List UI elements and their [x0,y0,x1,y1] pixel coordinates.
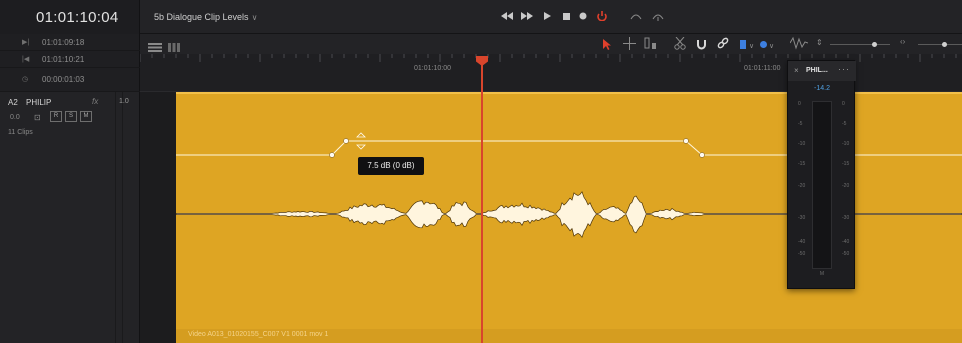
audio-sync-icon[interactable] [652,9,664,23]
volume-keyframe [329,152,335,158]
trim-edit-icon[interactable] [644,37,657,55]
track-name[interactable]: PHILIP [26,98,51,107]
clip-name-bar: Video A013_01020155_C007 V1 0001 mov 1 [176,329,962,343]
timeline-selector[interactable]: 5b Dialogue Clip Levels ∨ [154,12,257,22]
record-arm-button[interactable]: R [50,111,62,122]
meter-scale-label: -15 [842,161,850,167]
edit-toolbar: ∨ ∨ ⇕ ‹› [140,34,962,54]
meter-scale-label: -50 [798,251,806,257]
meter-scale-label: -15 [798,161,806,167]
ruler-label-2: 01:01:11:00 [744,65,781,72]
range-select-icon[interactable] [623,37,636,55]
record-arm-label: R [53,113,59,119]
waveform-zoom-icon[interactable] [789,36,809,55]
meter-scale-label: -30 [842,215,850,221]
mark-out-icon: |◀ [22,56,30,63]
meter-scale-label: -5 [842,121,847,127]
close-icon[interactable]: × [794,66,799,75]
meter-header: × PHIL... ··· [788,61,856,81]
clip-count: 11 Clips [8,129,33,136]
timeline-empty-area[interactable] [140,92,176,343]
more-options-icon[interactable]: ··· [838,64,850,74]
channel-format: 1.0 [119,98,129,105]
meter-scale-label: -20 [798,183,806,189]
record-icon[interactable] [578,9,588,23]
solo-label: S [68,113,73,119]
meter-scale-label: -10 [798,141,806,147]
volume-keyframe [699,152,705,158]
zoom-stepper-icon[interactable]: ⇕ [816,38,823,47]
svg-text:∨: ∨ [749,42,754,50]
play-icon[interactable] [542,9,552,23]
clip-name: Video A013_01020155_C007 V1 0001 mov 1 [188,331,329,338]
ruler-label-1: 01:01:10:00 [414,65,451,72]
svg-text:∨: ∨ [769,42,774,50]
meter-peak-value: -14.2 [814,85,830,92]
fast-forward-icon[interactable] [520,9,534,23]
audio-scrub-icon[interactable] [630,9,642,23]
playhead[interactable] [481,58,483,343]
razor-icon[interactable] [674,36,686,55]
mark-out-row: |◀ 01:01:10:21 [0,51,140,68]
zoom-width-icon[interactable]: ‹› [900,37,905,46]
rewind-icon[interactable] [500,9,514,23]
track-header-a2[interactable]: A2 PHILIP fx 1.0 0.0 ⊡ R S M 11 Clips [0,92,140,343]
audio-meter-panel: × PHIL... ··· -14.2 0 -5 -10 -15 -20 -30… [787,60,856,289]
meter-scale-label: -30 [798,215,806,221]
duration-value: 00:00:01:03 [42,75,85,84]
mark-in-icon: ▶| [22,39,30,46]
timecode-info-panel: ▶| 01:01:09:18 |◀ 01:01:10:21 ◷ 00:00:01… [0,34,140,92]
keyframe-adjust-handle [356,132,366,138]
meter-scale-label: -20 [842,183,850,189]
meter-scale-label: 0 [798,101,801,107]
solo-button[interactable]: S [65,111,77,122]
meter-scale-label: -10 [842,141,850,147]
mute-label: M [83,113,89,119]
duration-row: ◷ 00:00:01:03 [0,68,140,92]
mark-out-value: 01:01:10:21 [42,55,85,64]
meter-scale-label: -40 [842,239,850,245]
meter-track-name: PHIL... [806,67,828,74]
meter-scale-label: -40 [798,239,806,245]
loop-icon[interactable] [595,9,609,23]
lock-icon[interactable]: ⊡ [34,113,41,122]
duration-icon: ◷ [22,76,29,83]
track-volume[interactable]: 0.0 [10,114,20,121]
linked-selection-icon[interactable] [717,37,729,55]
volume-keyframe [683,138,689,144]
track-id: A2 [8,98,18,107]
track-height-slider[interactable] [918,42,962,47]
snap-magnet-icon[interactable] [696,37,707,55]
track-divider [115,92,116,343]
mark-in-value: 01:01:09:18 [42,38,85,47]
zoom-slider[interactable] [830,42,890,47]
stop-icon[interactable] [561,9,571,23]
zoom-slider-handle[interactable] [872,42,877,47]
timecode-display[interactable]: 01:01:10:04 [0,0,140,34]
top-toolbar: 01:01:10:04 5b Dialogue Clip Levels ∨ [0,0,962,34]
mute-button[interactable]: M [80,111,92,122]
meter-scale-label: 0 [842,101,845,107]
track-height-handle[interactable] [942,42,947,47]
timecode-value: 01:01:10:04 [36,9,119,26]
meter-scale-label: -5 [798,121,803,127]
keyframe-adjust-handle [356,144,366,150]
track-divider [122,92,123,343]
meter-level-bar [812,101,832,269]
meter-footer-label: M [819,271,825,277]
mark-in-row: ▶| 01:01:09:18 [0,34,140,51]
timeline-name-label: 5b Dialogue Clip Levels [154,12,249,22]
meter-scale-label: -50 [842,251,850,257]
gain-tooltip: 7.5 dB (0 dB) [358,157,424,175]
chevron-down-icon: ∨ [251,13,258,22]
gain-tooltip-text: 7.5 dB (0 dB) [367,161,415,170]
fx-label[interactable]: fx [92,97,98,106]
volume-keyframe [343,138,349,144]
